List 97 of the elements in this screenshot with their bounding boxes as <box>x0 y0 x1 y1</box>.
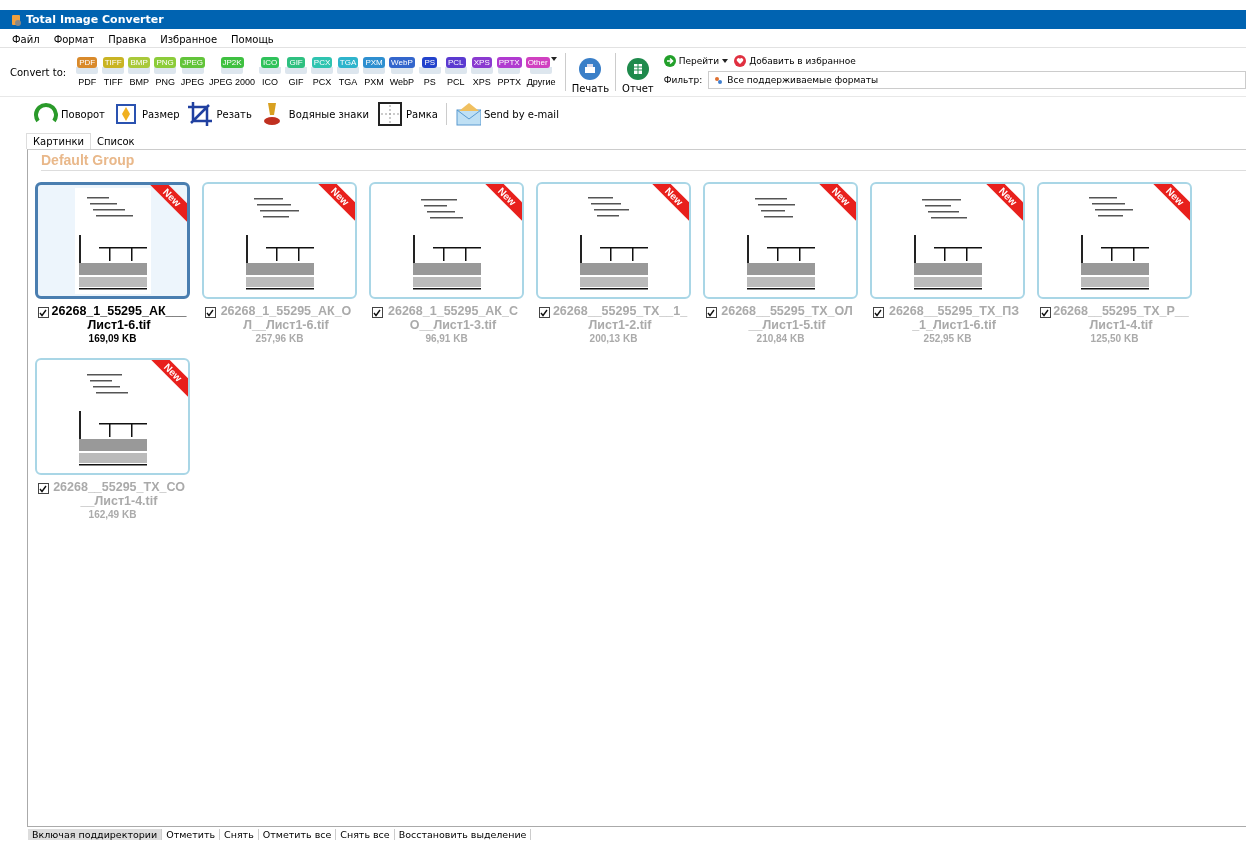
tool-button[interactable]: Резать <box>185 101 254 127</box>
file-size: 169,09 KB <box>88 333 137 344</box>
format-button[interactable]: JPEG JPEG <box>180 57 206 87</box>
file-size: 96,91 KB <box>425 333 468 344</box>
file-name: 26268__55295_ТХ_ПЗ_1_Лист1-6.tif <box>887 304 1021 332</box>
format-badge: PNG <box>154 57 176 68</box>
tab[interactable]: Картинки <box>26 133 91 149</box>
checkbox[interactable] <box>538 307 550 318</box>
group-title: Default Group <box>40 151 136 170</box>
tool-button[interactable]: Поворот <box>30 101 107 127</box>
format-badge: PCL <box>445 57 466 68</box>
format-button[interactable]: PDF PDF <box>76 57 99 87</box>
format-button[interactable]: PNG PNG <box>154 57 177 87</box>
menu-item[interactable]: Правка <box>108 34 147 45</box>
status-button[interactable]: Отметить <box>162 828 221 840</box>
file-name: 26268__55295_ТХ_СО__Лист1-4.tif <box>52 480 186 508</box>
status-button[interactable]: Снять все <box>336 828 395 840</box>
format-button[interactable]: Other Другие <box>525 57 557 87</box>
menu-item[interactable]: Файл <box>12 34 40 45</box>
menu-item[interactable]: Формат <box>53 34 95 45</box>
file-size: 162,49 KB <box>88 509 137 520</box>
format-button[interactable]: JP2K JPEG 2000 <box>209 57 256 87</box>
report-button[interactable]: Отчет <box>622 58 654 94</box>
tool-button[interactable]: Водяные знаки <box>257 101 372 127</box>
file-name: 26268_1_55295_АК___Лист1-6.tif <box>50 304 188 332</box>
format-button[interactable]: ICO ICO <box>259 57 282 87</box>
format-badge: PPTX <box>496 57 522 68</box>
format-badge: PS <box>422 57 438 68</box>
format-button[interactable]: GIF GIF <box>285 57 308 87</box>
status-button[interactable]: Отметить все <box>258 828 337 840</box>
format-button[interactable]: WebP WebP <box>389 57 415 87</box>
status-button[interactable]: Включая поддиректории <box>28 828 163 840</box>
app-icon <box>10 13 22 26</box>
format-button[interactable]: TGA TGA <box>337 57 360 87</box>
format-button[interactable]: PPTX PPTX <box>496 57 522 87</box>
envelope-icon <box>454 101 481 127</box>
checkbox[interactable] <box>872 307 884 318</box>
frame-icon <box>377 101 404 127</box>
checkbox[interactable] <box>37 307 49 318</box>
heart-icon <box>734 55 747 67</box>
image-icon <box>713 75 724 85</box>
tab[interactable]: Список <box>91 133 141 149</box>
file-size: 125,50 KB <box>1090 333 1139 344</box>
file-name: 26268__55295_ТХ_ОЛ__Лист1-5.tif <box>720 304 854 332</box>
format-badge: GIF <box>287 57 305 68</box>
tool-button[interactable]: Размер <box>110 101 182 127</box>
menu-item[interactable]: Избранное <box>160 34 218 45</box>
format-button[interactable]: TIFF TIFF <box>102 57 125 87</box>
window-title: Total Image Converter <box>26 13 164 26</box>
format-button[interactable]: PCX PCX <box>311 57 334 87</box>
format-badge: ICO <box>260 57 280 68</box>
file-name: 26268_1_55295_АК_СО__Лист1-3.tif <box>387 304 519 332</box>
format-badge: TGA <box>337 57 359 68</box>
checkbox[interactable] <box>705 307 717 318</box>
checkbox[interactable] <box>204 307 216 318</box>
checkbox[interactable] <box>1039 307 1051 318</box>
favorites-button[interactable]: Добавить в избранное <box>734 55 856 67</box>
print-button[interactable]: Печать <box>571 58 610 94</box>
file-size: 200,13 KB <box>589 333 638 344</box>
tool-button[interactable]: Send by e-mail <box>452 101 561 127</box>
checkbox[interactable] <box>371 307 383 318</box>
file-name: 26268_1_55295_АК_ОЛ__Лист1-6.tif <box>219 304 353 332</box>
format-badge: XPS <box>471 57 492 68</box>
file-size: 210,84 KB <box>756 333 805 344</box>
format-badge: PCX <box>311 57 333 68</box>
file-size: 252,95 KB <box>923 333 972 344</box>
tool-button[interactable]: Рамка <box>375 101 440 127</box>
crop-icon <box>187 101 214 127</box>
caret-icon <box>550 57 557 61</box>
file-name: 26268__55295_ТХ_Р__Лист1-4.tif <box>1052 304 1190 332</box>
checkbox[interactable] <box>37 483 49 494</box>
format-badge: PXM <box>363 57 385 68</box>
format-badge: WebP <box>389 57 415 68</box>
format-badge: PDF <box>77 57 98 68</box>
format-button[interactable]: PS PS <box>418 57 441 87</box>
toolbar-label: Convert to: <box>10 66 67 78</box>
format-badge: JP2K <box>220 57 244 68</box>
file-name: 26268__55295_ТХ__1_Лист1-2.tif <box>551 304 689 332</box>
status-button[interactable]: Снять <box>220 828 259 840</box>
file-size: 257,96 KB <box>255 333 304 344</box>
goto-button[interactable]: Перейти <box>663 55 729 67</box>
format-badge: JPEG <box>180 57 206 68</box>
format-badge: TIFF <box>102 57 124 68</box>
filter-field[interactable]: Все поддерживаемые форматы <box>708 71 1246 89</box>
arrow-icon <box>663 55 676 67</box>
caret-icon <box>722 59 729 63</box>
format-button[interactable]: XPS XPS <box>470 57 493 87</box>
printer-icon <box>579 58 602 80</box>
filter-label: Фильтр: <box>663 75 703 85</box>
format-button[interactable]: PCL PCL <box>444 57 467 87</box>
status-button[interactable]: Восстановить выделение <box>394 828 532 840</box>
menu-item[interactable]: Помощь <box>231 34 274 45</box>
format-button[interactable]: PXM PXM <box>363 57 386 87</box>
format-badge: Other <box>525 57 550 68</box>
spreadsheet-icon <box>626 58 649 80</box>
format-button[interactable]: BMP BMP <box>128 57 151 87</box>
format-badge: BMP <box>128 57 150 68</box>
